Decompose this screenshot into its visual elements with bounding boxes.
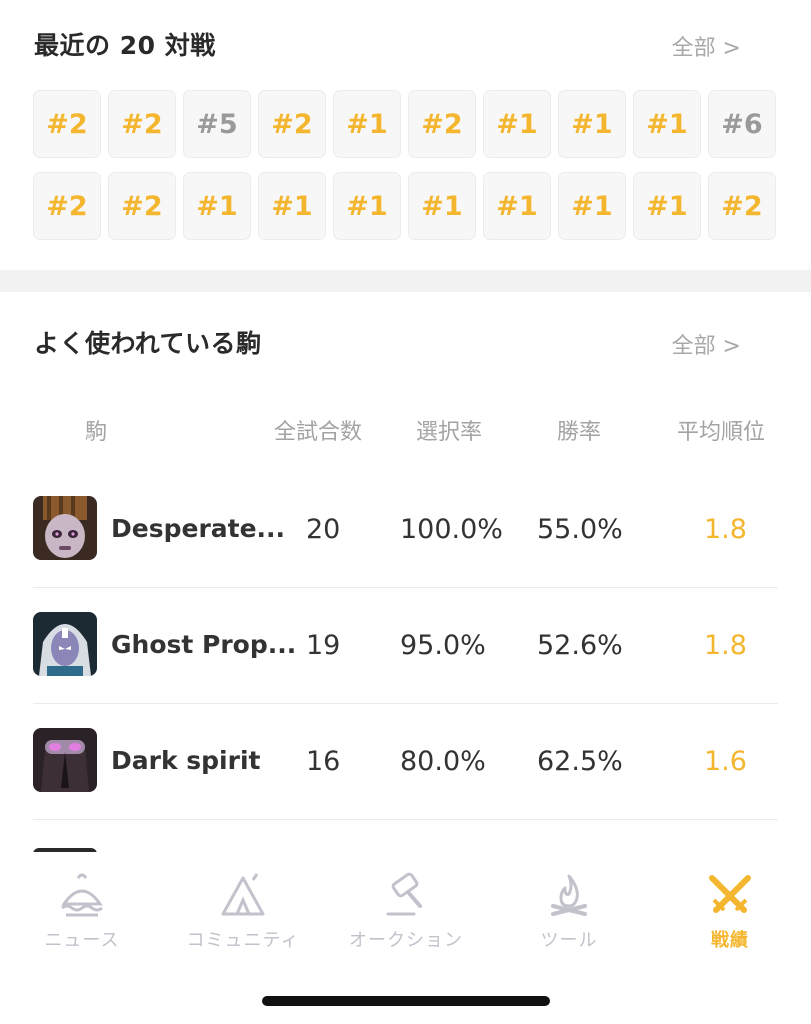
nav-record-label: 戦績: [711, 930, 749, 951]
unit-win-rate: 62.5%: [537, 746, 623, 777]
ghost-prophet-portrait-icon: [33, 612, 97, 676]
match-result-tile[interactable]: #1: [333, 90, 401, 158]
nav-tools[interactable]: ツール: [499, 870, 639, 960]
crossed-swords-icon: [709, 875, 751, 913]
match-result-tile[interactable]: #2: [33, 172, 101, 240]
match-result-tile[interactable]: #2: [708, 172, 776, 240]
recent-matches-all-link[interactable]: 全部 >: [672, 30, 741, 62]
match-result-tile[interactable]: #1: [483, 90, 551, 158]
frequent-units-all-link[interactable]: 全部 >: [672, 328, 741, 360]
island-icon: [61, 873, 103, 917]
unit-name: Dark spirit: [111, 746, 261, 775]
header-total: 全試合数: [274, 420, 363, 445]
frequent-units-section: よく使われている駒 全部 > 駒 全試合数 選択率 勝率 平均順位 Desper…: [0, 292, 811, 854]
unit-row[interactable]: Ghost Prop... 19 95.0% 52.6% 1.8: [0, 588, 811, 704]
match-result-tile[interactable]: #2: [33, 90, 101, 158]
unit-row[interactable]: Desperate... 20 100.0% 55.0% 1.8: [0, 472, 811, 588]
unit-name: Ghost Prop...: [111, 630, 297, 659]
row-divider: [33, 819, 778, 820]
unit-total-matches: 20: [306, 514, 341, 545]
unit-avg-rank: 1.8: [704, 514, 747, 545]
section-divider: [0, 270, 811, 292]
match-result-tile[interactable]: #2: [258, 90, 326, 158]
unit-pick-rate: 95.0%: [400, 630, 486, 661]
nav-auction[interactable]: オークション: [336, 870, 476, 960]
nav-community[interactable]: コミュニティ: [173, 870, 313, 960]
recent-results-grid: #2 #2 #5 #2 #1 #2 #1 #1 #1 #6 #2 #2 #1 #1 #1 #1 #1 #1 #1 #2: [33, 90, 780, 240]
nav-news[interactable]: ニュース: [12, 870, 152, 960]
unit-avg-rank: 1.6: [704, 746, 747, 777]
match-result-tile[interactable]: #1: [408, 172, 476, 240]
recent-matches-title: 最近の 20 対戦: [34, 31, 216, 60]
match-result-tile[interactable]: #1: [483, 172, 551, 240]
unit-avg-rank: 1.8: [704, 630, 747, 661]
header-pick-rate: 選択率: [416, 420, 483, 445]
match-result-tile[interactable]: #1: [258, 172, 326, 240]
nav-news-label: ニュース: [44, 930, 120, 951]
desperate-unit-portrait-icon: [33, 496, 97, 560]
nav-record[interactable]: 戦績: [660, 870, 800, 960]
match-result-tile[interactable]: #2: [108, 172, 176, 240]
hammer-icon: [386, 872, 422, 916]
header-win-rate: 勝率: [557, 420, 602, 445]
match-result-tile[interactable]: #1: [558, 172, 626, 240]
recent-matches-section: 最近の 20 対戦 全部 > #2 #2 #5 #2 #1 #2 #1 #1 #1 #6 #2 #2 #…: [0, 0, 811, 270]
nav-community-label: コミュニティ: [186, 930, 300, 951]
unit-name: Desperate...: [111, 514, 286, 543]
unit-row[interactable]: Dark spirit 16 80.0% 62.5% 1.6: [0, 704, 811, 820]
unit-pick-rate: 100.0%: [400, 514, 503, 545]
match-result-tile[interactable]: #1: [558, 90, 626, 158]
header-avg-rank: 平均順位: [677, 420, 766, 445]
tent-icon: [221, 873, 265, 916]
units-table-header: 駒 全試合数 選択率 勝率 平均順位: [0, 414, 811, 445]
nav-tools-label: ツール: [540, 930, 598, 951]
match-result-tile[interactable]: #1: [633, 90, 701, 158]
unit-win-rate: 55.0%: [537, 514, 623, 545]
match-result-tile[interactable]: #2: [108, 90, 176, 158]
match-result-tile[interactable]: #5: [183, 90, 251, 158]
header-unit: 駒: [85, 420, 108, 445]
match-result-tile[interactable]: #2: [408, 90, 476, 158]
frequent-units-title: よく使われている駒: [34, 329, 262, 358]
nav-auction-label: オークション: [349, 930, 463, 951]
unit-total-matches: 16: [306, 746, 341, 777]
unit-total-matches: 19: [306, 630, 341, 661]
home-indicator[interactable]: [262, 996, 550, 1006]
campfire-icon: [551, 874, 587, 916]
unit-pick-rate: 80.0%: [400, 746, 486, 777]
match-result-tile[interactable]: #1: [183, 172, 251, 240]
unit-win-rate: 52.6%: [537, 630, 623, 661]
match-result-tile[interactable]: #6: [708, 90, 776, 158]
match-result-tile[interactable]: #1: [333, 172, 401, 240]
match-result-tile[interactable]: #1: [633, 172, 701, 240]
dark-spirit-portrait-icon: [33, 728, 97, 792]
